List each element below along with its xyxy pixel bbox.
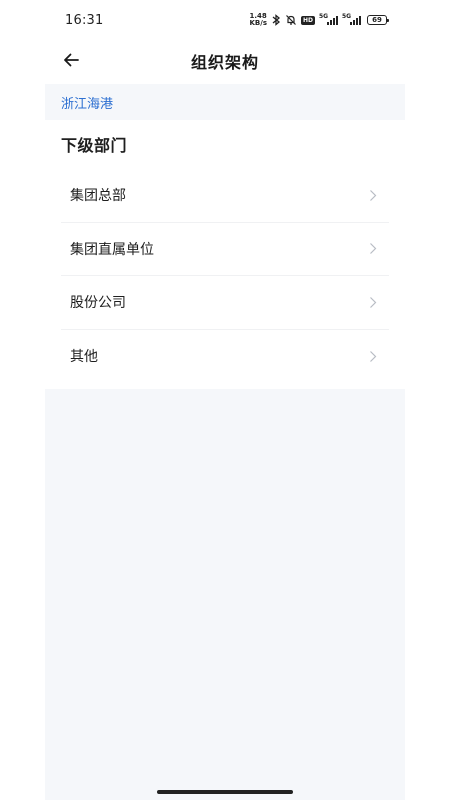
status-icons: 1.48 KB/s HD 5G 5G 69 (250, 13, 389, 27)
department-item-direct-units[interactable]: 集团直属单位 (61, 223, 389, 276)
department-list: 集团总部 集团直属单位 股份公司 其他 (45, 169, 405, 383)
home-indicator[interactable] (157, 790, 293, 794)
breadcrumb-item-root[interactable]: 浙江海港 (61, 93, 113, 112)
hd-badge: HD (300, 15, 315, 25)
bluetooth-icon (271, 14, 281, 26)
department-item-stock-company[interactable]: 股份公司 (61, 276, 389, 330)
status-bar: 16:31 1.48 KB/s HD 5G 5G 69 (0, 0, 450, 40)
chevron-right-icon (369, 242, 377, 255)
mute-bell-icon (285, 14, 297, 26)
chevron-right-icon (369, 189, 377, 202)
breadcrumb: 浙江海港 (45, 84, 405, 120)
nav-bar: 组织架构 (45, 40, 405, 82)
department-item-other[interactable]: 其他 (61, 330, 389, 384)
chevron-right-icon (369, 296, 377, 309)
network-generation-2: 5G (342, 13, 352, 20)
battery-icon: 69 (367, 15, 389, 25)
department-item-headquarters[interactable]: 集团总部 (61, 169, 389, 223)
page-title: 组织架构 (190, 53, 259, 72)
department-label: 其他 (70, 349, 98, 366)
main-content: 下级部门 集团总部 集团直属单位 股份公司 其他 (45, 120, 405, 800)
status-time: 16:31 (65, 12, 104, 28)
network-speed-unit: KB/s (249, 19, 267, 27)
section-title: 下级部门 (61, 136, 128, 155)
network-speed: 1.48 KB/s (250, 13, 267, 27)
chevron-right-icon (369, 350, 377, 363)
department-label: 股份公司 (70, 295, 126, 312)
department-label: 集团直属单位 (70, 241, 154, 258)
network-generation-1: 5G (319, 13, 329, 20)
battery-level: 69 (372, 16, 382, 24)
sub-department-section: 下级部门 集团总部 集团直属单位 股份公司 其他 (45, 120, 405, 389)
department-label: 集团总部 (70, 188, 126, 205)
signal-icon-2: 5G (342, 13, 361, 25)
back-button[interactable] (58, 48, 84, 74)
signal-icon: 5G (319, 13, 338, 25)
arrow-left-icon (63, 52, 79, 71)
